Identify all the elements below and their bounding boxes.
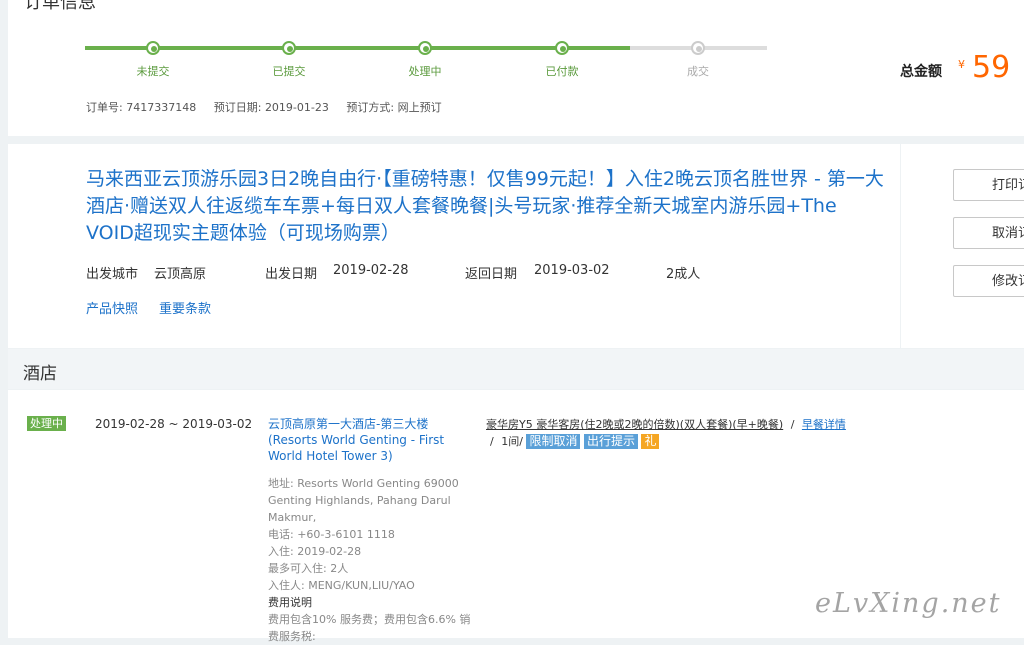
order-meta: 订单号: 7417337148 预订日期: 2019-01-23 预订方式: 网…	[86, 99, 442, 115]
product-title-link[interactable]: 马来西亚云顶游乐园3日2晚自由行·【重磅特惠！仅售99元起！】入住2晚云顶名胜世…	[86, 166, 886, 247]
step-dot-submitted	[282, 41, 296, 55]
hotel-checkin: 入住: 2019-02-28	[268, 543, 478, 560]
depart-date: 2019-02-28	[333, 263, 409, 278]
depart-city: 云顶高原	[154, 267, 207, 282]
depart-date-label: 出发日期	[265, 267, 318, 282]
step-dot-paid	[555, 41, 569, 55]
booking-method-label: 预订方式:	[346, 101, 395, 114]
product-snapshot-link[interactable]: 产品快照	[86, 298, 138, 317]
hotel-guests-value: MENG/KUN,LIU/YAO	[308, 579, 415, 592]
hotel-max-occupancy: 最多可入住: 2人	[268, 560, 478, 577]
watermark: eLvXing.net	[815, 588, 1002, 619]
step-dot-processing	[418, 41, 432, 55]
step-dot-completed	[691, 41, 705, 55]
order-number-label: 订单号:	[86, 101, 123, 114]
modify-order-button[interactable]: 修改订	[953, 265, 1024, 297]
step-label-processing: 处理中	[408, 65, 442, 78]
hotel-address-label: 地址:	[268, 477, 294, 490]
room-separator-2: /	[490, 435, 494, 448]
hotel-checkin-value: 2019-02-28	[297, 545, 362, 558]
breakfast-detail-link[interactable]: 早餐详情	[802, 418, 846, 431]
hotel-name-link[interactable]: 云顶高原第一大酒店-第三大楼(Resorts World Genting - F…	[268, 416, 474, 464]
room-info: 豪华房Y5 豪华客房(住2晚或2晚的倍数)(双人套餐)(早+晚餐) / 早餐详情…	[486, 416, 856, 450]
hotel-address-value: Resorts World Genting 69000 Genting High…	[268, 477, 459, 524]
hotel-stay-dates: 2019-02-28 ~ 2019-03-02	[95, 417, 253, 431]
hotel-details: 地址: Resorts World Genting 69000 Genting …	[268, 475, 478, 645]
cancel-order-button[interactable]: 取消订	[953, 217, 1024, 249]
step-label-unsubmitted: 未提交	[136, 65, 170, 78]
hotel-guests-label: 入住人:	[268, 579, 305, 592]
room-separator-1: /	[790, 418, 795, 431]
order-number: 7417337148	[126, 101, 197, 114]
traveler-count: 2成人	[666, 267, 701, 282]
restricted-cancel-tag[interactable]: 限制取消	[526, 434, 581, 449]
travel-tips-tag[interactable]: 出行提示	[583, 434, 638, 449]
booking-date-label: 预订日期:	[213, 101, 262, 114]
step-label-paid: 已付款	[545, 65, 579, 78]
step-label-completed: 成交	[687, 65, 709, 78]
hotel-checkin-label: 入住:	[268, 545, 294, 558]
hotel-status-badge: 处理中	[27, 416, 66, 431]
return-date: 2019-03-02	[534, 263, 610, 278]
hotel-max-label: 最多可入住:	[268, 562, 327, 575]
total-amount: 59	[972, 50, 1011, 85]
hotel-max-value: 2人	[330, 562, 349, 575]
hotel-phone: 电话: +60-3-6101 1118	[268, 526, 478, 543]
fee-text: 费用包含10% 服务费；费用包含6.6% 销	[268, 613, 471, 626]
booking-method: 网上预订	[397, 101, 442, 114]
fee-more: 费服务税:	[268, 630, 316, 643]
progress-fill	[85, 46, 630, 50]
step-label-submitted: 已提交	[272, 65, 306, 78]
hotel-section-title: 酒店	[23, 364, 57, 384]
hotel-phone-value: +60-3-6101 1118	[297, 528, 395, 541]
room-description: 豪华房Y5 豪华客房(住2晚或2晚的倍数)(双人套餐)(早+晚餐)	[486, 418, 784, 431]
return-date-label: 返回日期	[465, 267, 518, 282]
breakfast-link-text-1: 早餐详	[801, 418, 835, 431]
hotel-phone-label: 电话:	[268, 528, 294, 541]
room-count: 1间/	[501, 435, 523, 448]
gift-tag: 礼	[641, 434, 660, 449]
depart-city-label: 出发城市	[86, 267, 139, 282]
hotel-header-bar	[8, 349, 1024, 389]
print-order-button[interactable]: 打印订	[953, 169, 1024, 201]
hotel-address: 地址: Resorts World Genting 69000 Genting …	[268, 475, 478, 526]
fee-heading: 费用说明	[268, 596, 312, 609]
breakfast-link-text-2: 情	[834, 418, 846, 431]
hotel-guests: 入住人: MENG/KUN,LIU/YAO	[268, 577, 478, 594]
step-dot-unsubmitted	[146, 41, 160, 55]
important-terms-link[interactable]: 重要条款	[159, 298, 211, 317]
currency-symbol: ¥	[958, 58, 965, 71]
order-section-title: 订单信息	[24, 0, 96, 13]
booking-date: 2019-01-23	[264, 101, 329, 114]
total-label: 总金额	[900, 64, 942, 80]
